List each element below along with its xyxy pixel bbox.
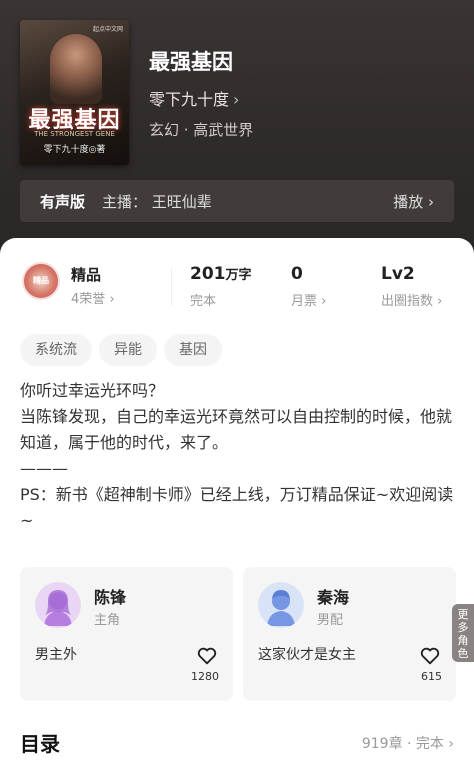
- stat-label: 月票: [291, 294, 318, 309]
- book-cover[interactable]: 起点中文网 最强基因 THE STRONGEST GENE 零下九十度◎著: [20, 20, 129, 165]
- tag-chip[interactable]: 基因: [164, 334, 222, 366]
- tag-list: 系统流 异能 基因: [20, 334, 229, 366]
- author-name: 零下九十度: [149, 90, 230, 109]
- audio-play-label: 播放: [393, 193, 424, 211]
- stat-label: 出圈指数: [381, 294, 434, 309]
- character-note: 这家伙才是女主: [258, 647, 356, 663]
- book-description[interactable]: 你听过幸运光环吗？ 当陈锋发现，自己的幸运光环竟然可以自由控制的时候，他就知道，…: [20, 378, 456, 534]
- book-detail-sheet: 精品 精品 4荣誉 › 201万字 完本 0 月票 › Lv2 出圈指数 › 系…: [0, 238, 474, 775]
- audio-version-bar[interactable]: 有声版 主播： 王旺仙辈 播放 ›: [20, 180, 454, 222]
- female-avatar-icon: [35, 582, 81, 628]
- toc-link[interactable]: 919章 · 完本 ›: [362, 733, 454, 753]
- badge-title: 精品: [71, 266, 102, 284]
- stat-value: 0: [291, 264, 303, 284]
- stat-value: 201: [190, 264, 226, 284]
- audio-tag: 有声版: [40, 193, 86, 211]
- character-name: 陈锋: [94, 588, 127, 607]
- chevron-right-icon: ›: [321, 294, 327, 309]
- stat-word-count: 201万字 完本: [190, 264, 252, 309]
- book-title: 最强基因: [149, 50, 233, 74]
- description-line: 当陈锋发现，自己的幸运光环竟然可以自由控制的时候，他就知道，属于他的时代，来了。: [20, 407, 453, 452]
- tag-chip[interactable]: 异能: [99, 334, 157, 366]
- audio-play-button[interactable]: 播放 ›: [393, 191, 434, 212]
- heart-icon[interactable]: [419, 645, 441, 667]
- quality-badge-icon[interactable]: 精品: [22, 262, 60, 300]
- character-role: 男配: [317, 613, 344, 628]
- character-name: 秦海: [317, 588, 350, 607]
- character-note: 男主外: [35, 647, 77, 663]
- chevron-right-icon: ›: [428, 193, 434, 211]
- stat-monthly-ticket[interactable]: 0 月票 ›: [291, 264, 326, 309]
- stat-label: 完本: [190, 294, 217, 309]
- like-count: 615: [421, 670, 442, 683]
- book-header: 起点中文网 最强基因 THE STRONGEST GENE 零下九十度◎著 最强…: [0, 0, 474, 260]
- cover-subtitle: THE STRONGEST GENE: [34, 130, 115, 138]
- character-role: 主角: [94, 613, 121, 628]
- description-line: PS：新书《超神制卡师》已经上线，万订精品保证~欢迎阅读~: [20, 485, 454, 530]
- description-line: ———: [20, 459, 68, 478]
- genre-label: 玄幻 · 高武世界: [149, 121, 254, 139]
- toc-title: 目录: [20, 732, 60, 756]
- like-count: 1280: [191, 670, 219, 683]
- cover-brand: 起点中文网: [92, 26, 123, 33]
- more-characters-label: 更多角色: [457, 608, 469, 660]
- audio-host: 主播： 王旺仙辈: [102, 193, 212, 211]
- more-characters-button[interactable]: 更多角色: [452, 604, 474, 662]
- character-card[interactable]: 陈锋 主角 男主外 1280: [20, 567, 233, 701]
- chevron-right-icon: ›: [437, 294, 443, 309]
- character-card[interactable]: 秦海 男配 这家伙才是女主 615: [243, 567, 456, 701]
- honor-link[interactable]: 4荣誉 ›: [71, 288, 115, 307]
- stat-popularity-index[interactable]: Lv2 出圈指数 ›: [381, 264, 442, 309]
- toc-meta: 919章 · 完本: [361, 736, 444, 752]
- author-link[interactable]: 零下九十度 ›: [149, 86, 239, 110]
- divider: [171, 268, 172, 306]
- tag-chip[interactable]: 系统流: [20, 334, 92, 366]
- cover-figure: [50, 34, 102, 104]
- stat-value: Lv2: [381, 264, 415, 284]
- chevron-right-icon: ›: [109, 292, 115, 307]
- heart-icon[interactable]: [196, 645, 218, 667]
- cover-author: 零下九十度◎著: [43, 145, 106, 155]
- description-line: 你听过幸运光环吗？: [20, 381, 165, 400]
- stat-unit: 万字: [225, 268, 252, 283]
- male-avatar-icon: [258, 582, 304, 628]
- honor-count: 4荣誉: [71, 292, 106, 307]
- chevron-right-icon: ›: [448, 736, 454, 752]
- chevron-right-icon: ›: [233, 90, 240, 109]
